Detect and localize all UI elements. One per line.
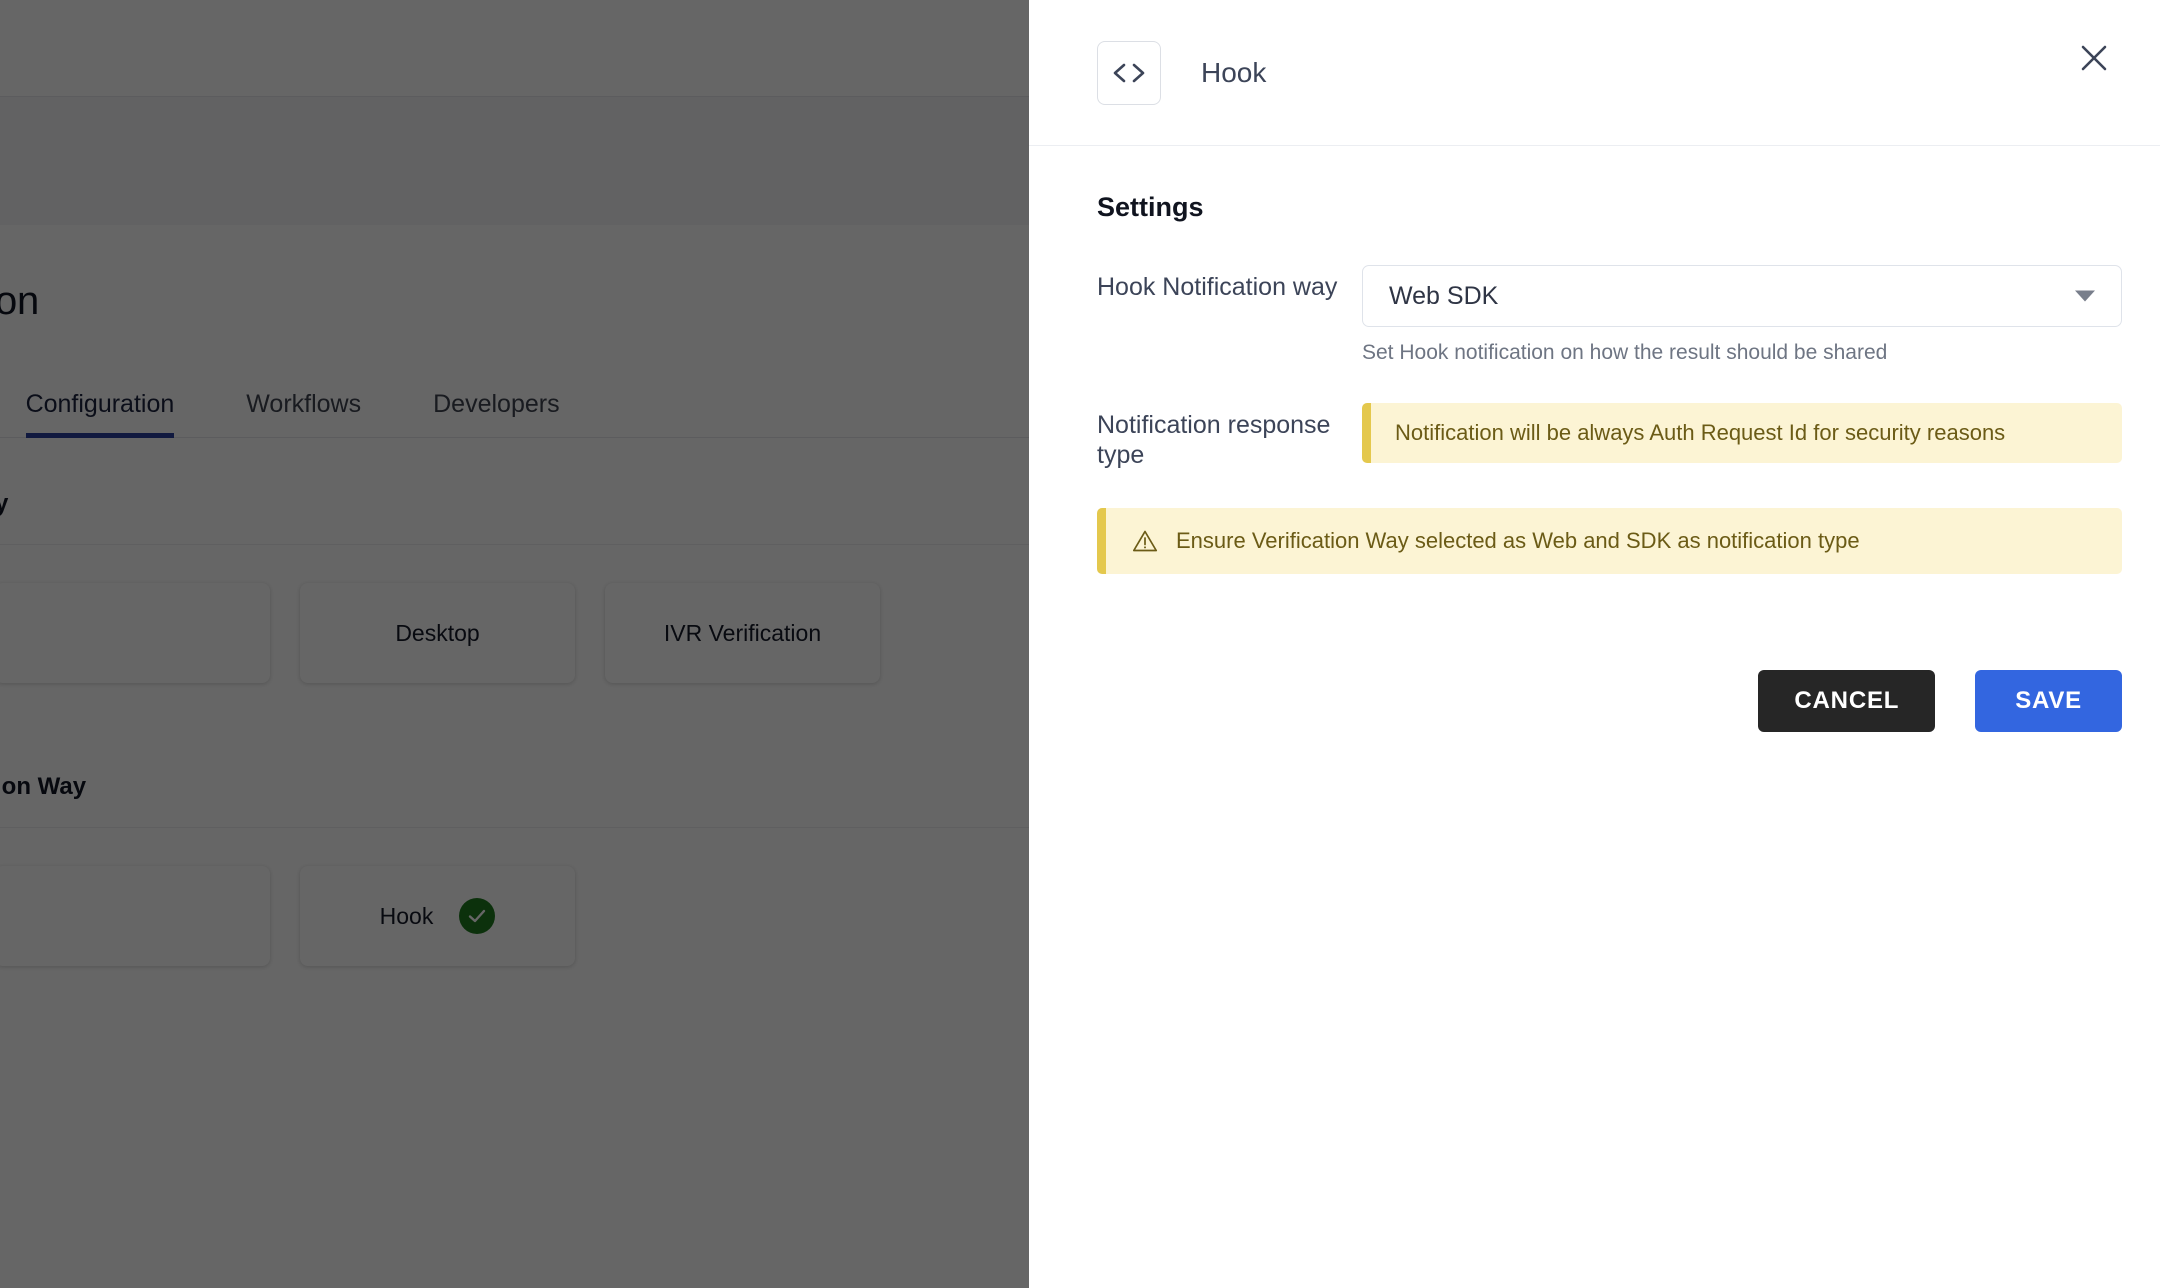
background-page-inner: on atepass Configuration Workflows Devel… (0, 0, 1029, 1288)
notification-response-type-alert: Notification will be always Auth Request… (1362, 403, 2122, 463)
field-label: Notification response type (1097, 411, 1331, 469)
settings-heading: Settings (1097, 192, 1204, 222)
top-bar (0, 0, 1029, 97)
hook-notification-way-select[interactable]: Web SDK (1362, 265, 2122, 327)
section-notification-way: ion Way Hook (0, 721, 1029, 1004)
tile-label: Hook (379, 902, 434, 929)
tile-desktop[interactable]: Desktop (300, 583, 575, 683)
field-label: Hook Notification way (1097, 273, 1338, 301)
tile-ivr-verification[interactable]: IVR Verification (605, 583, 880, 683)
section-title: y (0, 438, 1029, 545)
verification-way-warning-alert: Ensure Verification Way selected as Web … (1097, 508, 2122, 574)
tile-hook[interactable]: Hook (300, 866, 575, 966)
tab-bar: atepass Configuration Workflows Develope… (0, 324, 1029, 438)
save-button[interactable]: SAVE (1975, 670, 2122, 732)
content-card: on atepass Configuration Workflows Devel… (0, 225, 1029, 1288)
warning-triangle-icon (1132, 529, 1158, 553)
section-verification-way: y Desktop IVR Verification (0, 438, 1029, 721)
chevron-down-icon (2075, 290, 2095, 302)
check-circle-icon (459, 898, 496, 934)
field-control: Web SDK Set Hook notification on how the… (1362, 265, 2122, 365)
drawer-title: Hook (1201, 56, 1267, 88)
field-notification-response-type: Notification response type Notification … (1097, 403, 2122, 470)
tile-row: Desktop IVR Verification (0, 545, 1029, 721)
tab-workflows[interactable]: Workflows (210, 390, 397, 437)
code-icon (1097, 40, 1161, 105)
tile-option[interactable] (0, 866, 270, 966)
alert-text: Ensure Verification Way selected as Web … (1176, 528, 1860, 553)
field-hook-notification-way: Hook Notification way Web SDK Set Hook n… (1097, 265, 2122, 365)
cancel-button[interactable]: CANCEL (1758, 670, 1936, 732)
drawer-actions: CANCEL SAVE (1097, 670, 2122, 732)
tile-option[interactable] (0, 583, 270, 683)
close-icon[interactable] (2070, 34, 2118, 82)
field-control: Notification will be always Auth Request… (1362, 403, 2122, 463)
hook-settings-drawer: Hook Settings Hook Notification way Web … (1029, 0, 2160, 1288)
page-body: on atepass Configuration Workflows Devel… (0, 97, 1029, 1288)
tile-label: Desktop (395, 619, 480, 646)
tab-developers[interactable]: Developers (397, 390, 595, 437)
section-title: ion Way (0, 721, 1029, 828)
field-help-text: Set Hook notification on how the result … (1362, 341, 1888, 364)
drawer-header: Hook (1029, 0, 2160, 146)
alert-text: Notification will be always Auth Request… (1395, 420, 2006, 445)
page-title: on (0, 279, 40, 323)
drawer-body: Settings Hook Notification way Web SDK S… (1029, 146, 2160, 732)
tile-row: Hook (0, 828, 1029, 1004)
select-value: Web SDK (1389, 281, 1499, 310)
background-page: on atepass Configuration Workflows Devel… (0, 0, 1029, 1288)
tab-configuration[interactable]: Configuration (0, 390, 210, 438)
tile-label: IVR Verification (663, 619, 822, 646)
